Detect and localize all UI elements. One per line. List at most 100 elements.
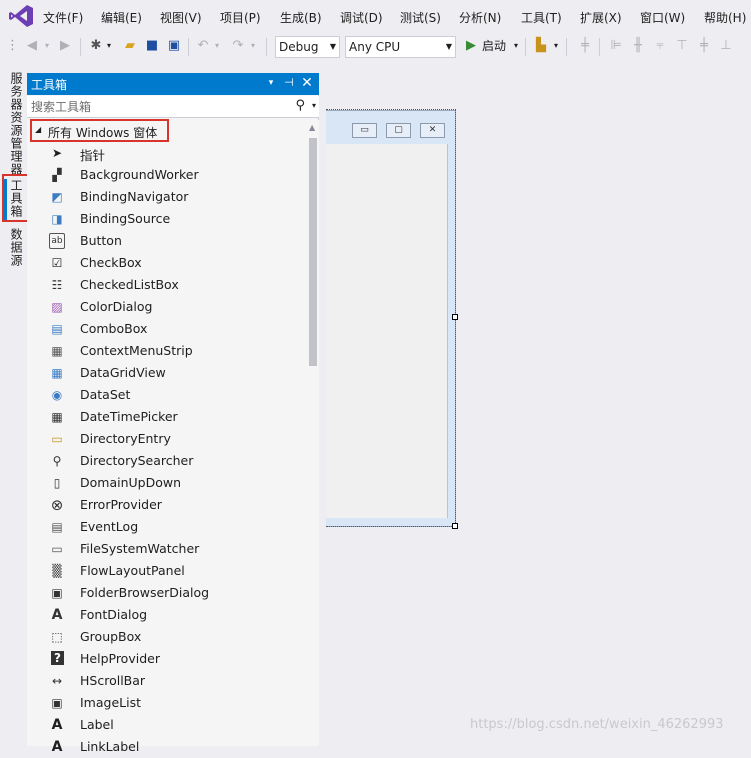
checked-list-box-icon: ☷ — [51, 278, 63, 292]
toolbox-item-label: CheckedListBox — [80, 277, 179, 292]
toolbox-item[interactable]: ▤ ComboBox — [27, 318, 307, 340]
toolbox-item[interactable]: ▒ FlowLayoutPanel — [27, 560, 307, 582]
menu-help[interactable]: 帮助(H) — [704, 9, 746, 26]
toolbox-item[interactable]: ▭ FileSystemWatcher — [27, 538, 307, 560]
toolbox-scrollbar[interactable]: ▲ — [307, 120, 319, 746]
toolbox-item[interactable]: ⊗ ErrorProvider — [27, 494, 307, 516]
hscrollbar-icon: ↔ — [51, 674, 63, 688]
toolbox-item[interactable]: ➤ 指针 — [27, 142, 307, 164]
save-all-icon[interactable]: ▣ — [166, 37, 182, 55]
navigate-back-icon[interactable]: ◀ — [24, 37, 40, 55]
resize-handle-right[interactable] — [452, 314, 458, 320]
menu-file[interactable]: 文件(F) — [43, 9, 83, 26]
search-icon[interactable]: ⚲ — [295, 98, 305, 113]
start-button[interactable]: 启动 — [482, 37, 512, 55]
toolbox-item[interactable]: ▭ DirectoryEntry — [27, 428, 307, 450]
toolbox-item[interactable]: ▨ ColorDialog — [27, 296, 307, 318]
tab-server-explorer[interactable]: 服务器资源管理器 — [4, 72, 24, 177]
link-label-icon: A — [51, 739, 63, 755]
toolbox-item[interactable]: ◉ DataSet — [27, 384, 307, 406]
align-rights-icon[interactable]: ⫧ — [652, 37, 668, 55]
toolbox-item[interactable]: ▞ BackgroundWorker — [27, 164, 307, 186]
new-project-icon[interactable]: ✱ — [88, 37, 104, 55]
toolbox-item-label: DirectoryEntry — [80, 431, 171, 446]
data-set-icon: ◉ — [51, 388, 63, 402]
help-provider-icon: ? — [51, 651, 64, 665]
open-file-icon[interactable]: ▰ — [122, 37, 138, 55]
color-dialog-icon: ▨ — [51, 300, 63, 314]
toolbox-item[interactable]: ↔ HScrollBar — [27, 670, 307, 692]
resize-handle-bottom-right[interactable] — [452, 523, 458, 529]
toolbox-item[interactable]: ◩ BindingNavigator — [27, 186, 307, 208]
menu-tools[interactable]: 工具(T) — [521, 9, 562, 26]
attach-process-icon[interactable]: ▙ — [533, 37, 549, 55]
toolbox-item[interactable]: ⬚ GroupBox — [27, 626, 307, 648]
toolbox-search-input[interactable] — [31, 98, 281, 116]
toolbox-item[interactable]: ▦ DateTimePicker — [27, 406, 307, 428]
font-dialog-icon: A — [51, 607, 63, 623]
close-icon[interactable]: ✕ — [299, 75, 315, 91]
visual-studio-logo-icon — [9, 5, 33, 27]
scroll-up-icon[interactable]: ▲ — [309, 123, 315, 132]
platform-select[interactable]: Any CPU ▼ — [345, 36, 456, 58]
align-bottoms-icon[interactable]: ⊥ — [718, 37, 734, 55]
toolbox-item[interactable]: A LinkLabel — [27, 736, 307, 758]
align-tops-icon[interactable]: ⊤ — [674, 37, 690, 55]
redo-icon[interactable]: ↷ — [230, 37, 246, 55]
menu-extensions[interactable]: 扩展(X) — [580, 9, 622, 26]
toolbox-item[interactable]: ◨ BindingSource — [27, 208, 307, 230]
new-project-dropdown-icon[interactable]: ▾ — [105, 37, 113, 55]
toolbox-item[interactable]: ▦ DataGridView — [27, 362, 307, 384]
toolbox-item[interactable]: ▣ FolderBrowserDialog — [27, 582, 307, 604]
toolbox-item[interactable]: ? HelpProvider — [27, 648, 307, 670]
checkbox-icon: ☑ — [51, 256, 63, 270]
align-lefts-icon[interactable]: ⊫ — [608, 37, 624, 55]
window-position-icon[interactable]: ▾ — [263, 75, 279, 91]
toolbox-item[interactable]: ⚲ DirectorySearcher — [27, 450, 307, 472]
toolbox-item[interactable]: ☷ CheckedListBox — [27, 274, 307, 296]
start-icon[interactable]: ▶ — [464, 37, 478, 55]
back-dropdown-icon[interactable]: ▾ — [42, 37, 52, 55]
align-middles-icon[interactable]: ╪ — [696, 37, 712, 55]
menu-project[interactable]: 项目(P) — [220, 9, 261, 26]
undo-dropdown-icon[interactable]: ▾ — [213, 37, 221, 55]
menu-build[interactable]: 生成(B) — [280, 9, 322, 26]
start-dropdown-icon[interactable]: ▾ — [512, 37, 520, 55]
search-options-dropdown-icon[interactable]: ▾ — [312, 101, 316, 110]
label-icon: A — [51, 717, 63, 733]
toolbar-separator — [80, 38, 81, 56]
configuration-value: Debug — [279, 40, 319, 54]
toolbox-item[interactable]: A FontDialog — [27, 604, 307, 626]
folder-browser-dialog-icon: ▣ — [51, 586, 63, 600]
menu-test[interactable]: 测试(S) — [400, 9, 441, 26]
attach-dropdown-icon[interactable]: ▾ — [552, 37, 560, 55]
toolbox-item[interactable]: ☑ CheckBox — [27, 252, 307, 274]
event-log-icon: ▤ — [51, 520, 63, 534]
menu-debug[interactable]: 调试(D) — [340, 9, 383, 26]
toolbox-item[interactable]: ▤ EventLog — [27, 516, 307, 538]
toolbar-separator — [525, 38, 526, 56]
menu-view[interactable]: 视图(V) — [160, 9, 202, 26]
toolbox-item[interactable]: ▯ DomainUpDown — [27, 472, 307, 494]
menu-analyze[interactable]: 分析(N) — [459, 9, 501, 26]
toolbox-item[interactable]: ab Button — [27, 230, 307, 252]
pin-icon[interactable]: ⊣ — [281, 75, 297, 91]
platform-value: Any CPU — [349, 40, 401, 54]
toolbox-item-label: FolderBrowserDialog — [80, 585, 210, 600]
tab-data-sources[interactable]: 数据源 — [4, 228, 24, 268]
undo-icon[interactable]: ↶ — [195, 37, 211, 55]
menu-edit[interactable]: 编辑(E) — [101, 9, 142, 26]
scrollbar-thumb[interactable] — [309, 138, 317, 366]
menu-window[interactable]: 窗口(W) — [640, 9, 685, 26]
toolbox-item-label: GroupBox — [80, 629, 142, 644]
redo-dropdown-icon[interactable]: ▾ — [249, 37, 257, 55]
navigate-forward-icon[interactable]: ▶ — [57, 37, 73, 55]
toolbox-item[interactable]: ▣ ImageList — [27, 692, 307, 714]
save-icon[interactable]: ■ — [144, 37, 160, 55]
toolbox-item[interactable]: ▦ ContextMenuStrip — [27, 340, 307, 362]
align-to-grid-icon[interactable]: ╪ — [577, 37, 593, 55]
toolbox-item[interactable]: A Label — [27, 714, 307, 736]
align-centers-icon[interactable]: ╫ — [630, 37, 646, 55]
configuration-select[interactable]: Debug ▼ — [275, 36, 340, 58]
toolbox-header: 工具箱 ▾ ⊣ ✕ — [27, 73, 319, 95]
